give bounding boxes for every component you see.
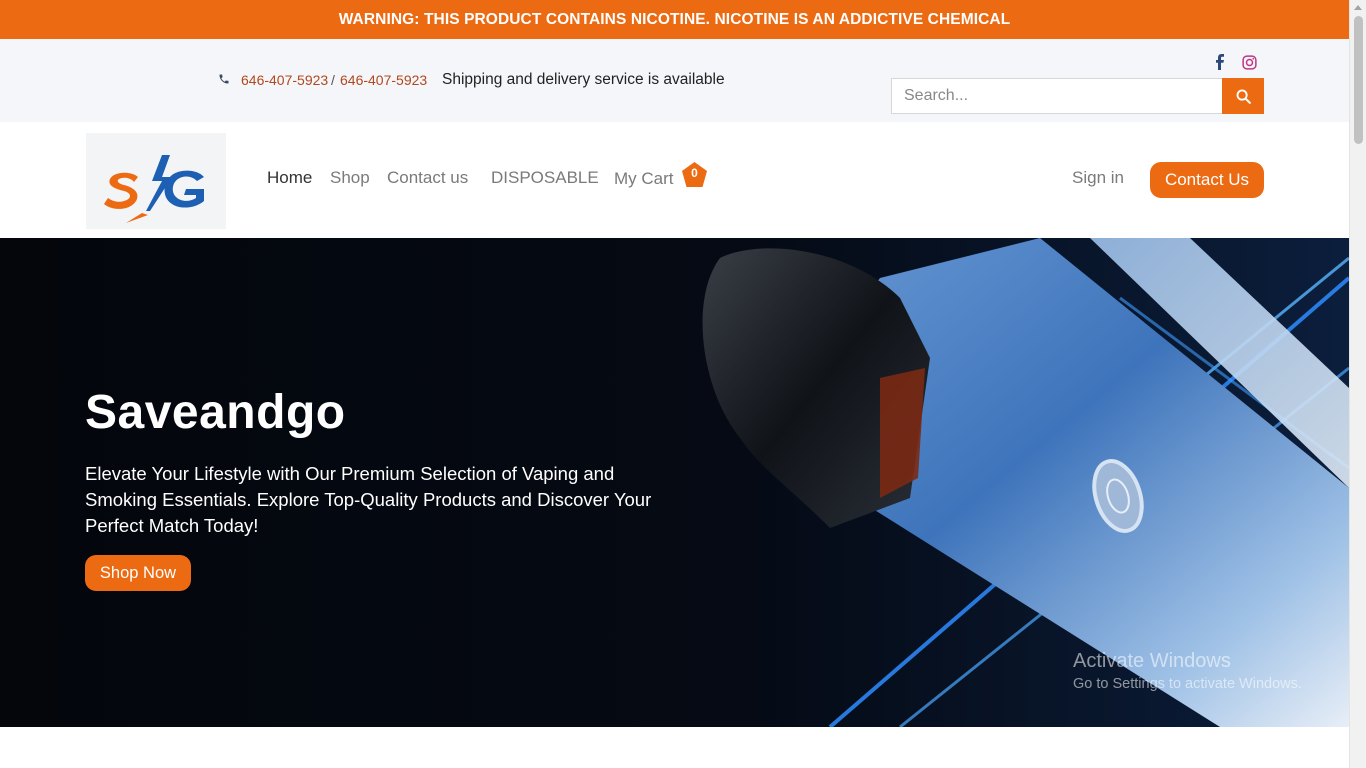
phone-link-secondary[interactable]: 646-407-5923	[340, 72, 427, 88]
contact-us-button[interactable]: Contact Us	[1150, 162, 1264, 198]
activate-windows-title: Activate Windows	[1073, 650, 1231, 672]
phone-icon	[219, 74, 229, 84]
cart-count: 0	[691, 166, 698, 180]
cart-link[interactable]: My Cart	[614, 169, 674, 189]
scroll-thumb[interactable]	[1354, 16, 1363, 144]
search-button[interactable]	[1222, 78, 1264, 114]
search-input[interactable]	[891, 78, 1222, 114]
search-icon	[1236, 89, 1251, 104]
phone-link-primary[interactable]: 646-407-5923	[241, 72, 328, 88]
page-scrollbar[interactable]	[1349, 0, 1366, 768]
page: WARNING: THIS PRODUCT CONTAINS NICOTINE.…	[0, 0, 1349, 768]
hero-subtitle: Elevate Your Lifestyle with Our Premium …	[85, 463, 652, 536]
sign-in-link[interactable]: Sign in	[1072, 168, 1124, 188]
site-logo[interactable]	[86, 133, 226, 229]
nav-home[interactable]: Home	[267, 168, 312, 188]
nav-shop[interactable]: Shop	[330, 168, 370, 188]
nav-disposable[interactable]: DISPOSABLE	[491, 168, 599, 188]
saveandgo-logo-icon	[104, 155, 204, 223]
activate-windows-subtitle: Go to Settings to activate Windows.	[1073, 676, 1302, 692]
facebook-icon[interactable]	[1214, 54, 1226, 70]
nav-contact-us[interactable]: Contact us	[387, 168, 468, 188]
nicotine-warning-bar: WARNING: THIS PRODUCT CONTAINS NICOTINE.…	[0, 0, 1349, 39]
hero-title: Saveandgo	[85, 386, 346, 439]
shipping-notice: Shipping and delivery service is availab…	[442, 71, 725, 88]
phone-separator: /	[331, 72, 335, 88]
shop-now-button[interactable]: Shop Now	[85, 555, 191, 591]
scroll-up-icon[interactable]	[1354, 5, 1362, 10]
warning-text: WARNING: THIS PRODUCT CONTAINS NICOTINE.…	[338, 10, 1011, 28]
instagram-icon[interactable]	[1242, 55, 1257, 70]
